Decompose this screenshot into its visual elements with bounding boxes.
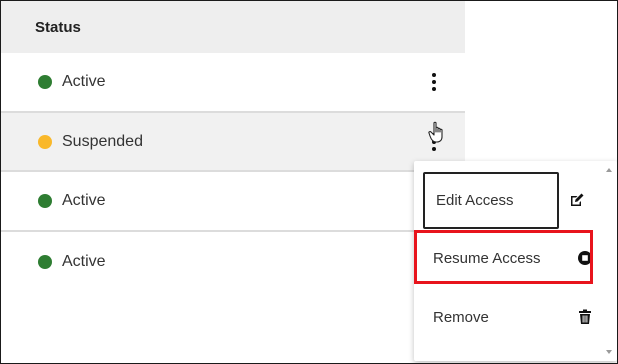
menu-item-label: Remove bbox=[433, 308, 489, 326]
status-dot-active bbox=[38, 194, 52, 208]
window-frame: Status Active Suspended Active Active Ed… bbox=[0, 0, 618, 364]
resume-access-menu-item[interactable]: Resume Access bbox=[422, 230, 596, 286]
scroll-down-icon[interactable] bbox=[606, 350, 612, 354]
hand-cursor-icon bbox=[428, 121, 443, 143]
status-dot-suspended bbox=[38, 134, 52, 149]
column-header-status[interactable]: Status bbox=[1, 1, 465, 53]
edit-access-menu-item[interactable]: Edit Access bbox=[423, 172, 559, 229]
status-label: Active bbox=[62, 73, 106, 90]
row-actions-menu: Edit Access Resume Access Remove bbox=[414, 161, 617, 361]
status-table: Status Active Suspended Active Active bbox=[1, 1, 465, 292]
trash-icon bbox=[576, 308, 594, 326]
table-row[interactable]: Active bbox=[1, 232, 465, 292]
remove-menu-item[interactable]: Remove bbox=[422, 289, 596, 345]
status-label: Active bbox=[62, 253, 106, 270]
scroll-up-icon[interactable] bbox=[606, 168, 612, 172]
header-label: Status bbox=[35, 18, 81, 36]
table-row[interactable]: Suspended bbox=[1, 113, 465, 172]
menu-item-label: Resume Access bbox=[433, 249, 541, 267]
status-dot-active bbox=[38, 75, 52, 89]
menu-scrollbar[interactable] bbox=[603, 162, 615, 360]
menu-item-label: Edit Access bbox=[436, 192, 514, 209]
status-label: Suspended bbox=[62, 132, 143, 150]
table-row[interactable]: Active bbox=[1, 172, 465, 232]
resume-icon bbox=[576, 249, 594, 267]
status-label: Active bbox=[62, 192, 106, 209]
table-row[interactable]: Active bbox=[1, 53, 465, 113]
status-dot-active bbox=[38, 255, 52, 269]
more-actions-button[interactable] bbox=[426, 70, 442, 94]
edit-icon[interactable] bbox=[568, 191, 586, 209]
